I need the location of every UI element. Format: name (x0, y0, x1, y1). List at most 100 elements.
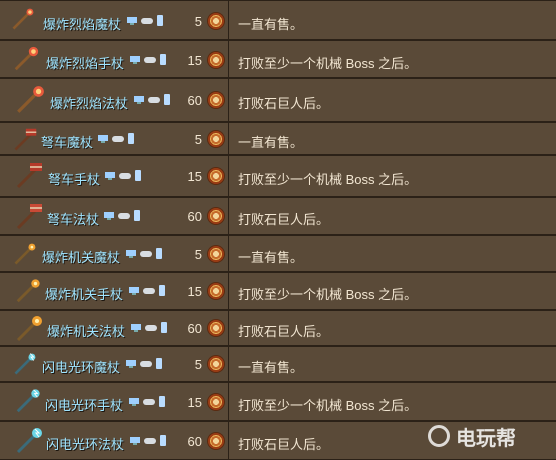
pc-icon (131, 324, 141, 332)
staff-ballista-icon (16, 163, 42, 189)
price: 15 (187, 169, 202, 184)
platform-icons (97, 133, 135, 145)
table-row: 爆炸烈焰手杖 15 打败至少一个机械 Boss 之后。 (0, 40, 556, 78)
price: 5 (194, 357, 202, 372)
platform-icons (128, 285, 166, 297)
pc-icon (134, 96, 144, 104)
platform-icons (130, 322, 168, 334)
table-row: 爆炸机关手杖 15 打败至少一个机械 Boss 之后。 (0, 272, 556, 310)
defender-medal-icon (208, 131, 224, 147)
mobile-icon (134, 210, 140, 221)
item-name[interactable]: 爆炸机关手杖 (45, 284, 123, 303)
console-icon (143, 399, 155, 405)
console-icon (144, 438, 156, 444)
price: 5 (194, 247, 202, 262)
mobile-icon (160, 435, 166, 446)
watermark-logo-icon (428, 425, 450, 447)
item-name[interactable]: 闪电光环法杖 (46, 434, 124, 453)
platform-icons (128, 396, 166, 408)
table-row: 爆炸机关魔杖 5 一直有售。 (0, 235, 556, 272)
mobile-icon (164, 94, 170, 105)
pc-icon (129, 287, 139, 295)
condition: 打败石巨人后。 (238, 437, 330, 452)
staff-flame-icon (14, 46, 39, 71)
price: 15 (187, 53, 202, 68)
staff-explosive-icon (16, 316, 42, 342)
defender-medal-icon (208, 320, 224, 336)
pc-icon (129, 398, 139, 406)
mobile-icon (159, 396, 165, 407)
defender-medal-icon (208, 246, 224, 262)
console-icon (118, 213, 130, 219)
condition: 打败石巨人后。 (238, 212, 330, 227)
item-name[interactable]: 爆炸烈焰魔杖 (43, 14, 121, 33)
console-icon (140, 251, 152, 257)
item-name[interactable]: 弩车法杖 (47, 209, 99, 228)
item-name[interactable]: 爆炸机关法杖 (47, 321, 125, 340)
condition: 打败至少一个机械 Boss 之后。 (238, 56, 418, 71)
pc-icon (105, 172, 115, 180)
pc-icon (130, 56, 140, 64)
price: 60 (187, 321, 202, 336)
price: 5 (194, 14, 202, 29)
staff-lightning-icon (16, 389, 40, 413)
item-name[interactable]: 弩车魔杖 (41, 132, 93, 151)
staff-ballista-icon (16, 204, 42, 230)
table-row: 闪电光环魔杖 5 一直有售。 (0, 346, 556, 382)
item-name[interactable]: 爆炸机关魔杖 (42, 247, 120, 266)
platform-icons (126, 15, 164, 27)
staff-lightning-icon (14, 353, 36, 375)
console-icon (141, 18, 153, 24)
condition: 一直有售。 (238, 135, 304, 150)
condition: 打败至少一个机械 Boss 之后。 (238, 172, 418, 187)
console-icon (112, 136, 124, 142)
platform-icons (125, 248, 163, 260)
mobile-icon (128, 133, 134, 144)
condition: 打败石巨人后。 (238, 96, 330, 111)
defender-medal-icon (208, 283, 224, 299)
table-row: 弩车法杖 60 打败石巨人后。 (0, 197, 556, 235)
item-name[interactable]: 弩车手杖 (48, 169, 100, 188)
table-row: 爆炸机关法杖 60 打败石巨人后。 (0, 310, 556, 346)
condition: 打败石巨人后。 (238, 324, 330, 339)
condition: 一直有售。 (238, 360, 304, 375)
item-name[interactable]: 爆炸烈焰手杖 (46, 53, 124, 72)
item-name[interactable]: 闪电光环手杖 (45, 395, 123, 414)
condition: 打败至少一个机械 Boss 之后。 (238, 287, 418, 302)
console-icon (119, 173, 131, 179)
mobile-icon (160, 54, 166, 65)
price: 5 (194, 132, 202, 147)
price: 60 (187, 93, 202, 108)
price: 15 (187, 284, 202, 299)
platform-icons (104, 170, 142, 182)
console-icon (145, 325, 157, 331)
pc-icon (126, 250, 136, 258)
console-icon (148, 97, 160, 103)
staff-lightning-icon (16, 428, 42, 454)
table-row: 爆炸烈焰法杖 60 打败石巨人后。 (0, 78, 556, 122)
mobile-icon (135, 170, 141, 181)
platform-icons (129, 54, 167, 66)
platform-icons (103, 210, 141, 222)
pc-icon (126, 360, 136, 368)
platform-icons (129, 435, 167, 447)
defender-medal-icon (208, 52, 224, 68)
staff-ballista-icon (14, 128, 37, 151)
item-name[interactable]: 闪电光环魔杖 (42, 357, 120, 376)
table-row: 爆炸烈焰魔杖 5 一直有售。 (0, 0, 556, 40)
staff-explosive-icon (14, 243, 36, 265)
console-icon (144, 57, 156, 63)
mobile-icon (159, 285, 165, 296)
staff-flame-icon (12, 8, 34, 30)
pc-icon (104, 212, 114, 220)
price: 60 (187, 434, 202, 449)
watermark: 电玩帮 (428, 421, 548, 451)
defender-medal-icon (208, 394, 224, 410)
item-name[interactable]: 爆炸烈焰法杖 (50, 93, 128, 112)
condition: 打败至少一个机械 Boss 之后。 (238, 398, 418, 413)
defender-medal-icon (208, 168, 224, 184)
mobile-icon (161, 322, 167, 333)
price: 15 (187, 395, 202, 410)
mobile-icon (156, 358, 162, 369)
staff-flame-icon (17, 86, 44, 113)
